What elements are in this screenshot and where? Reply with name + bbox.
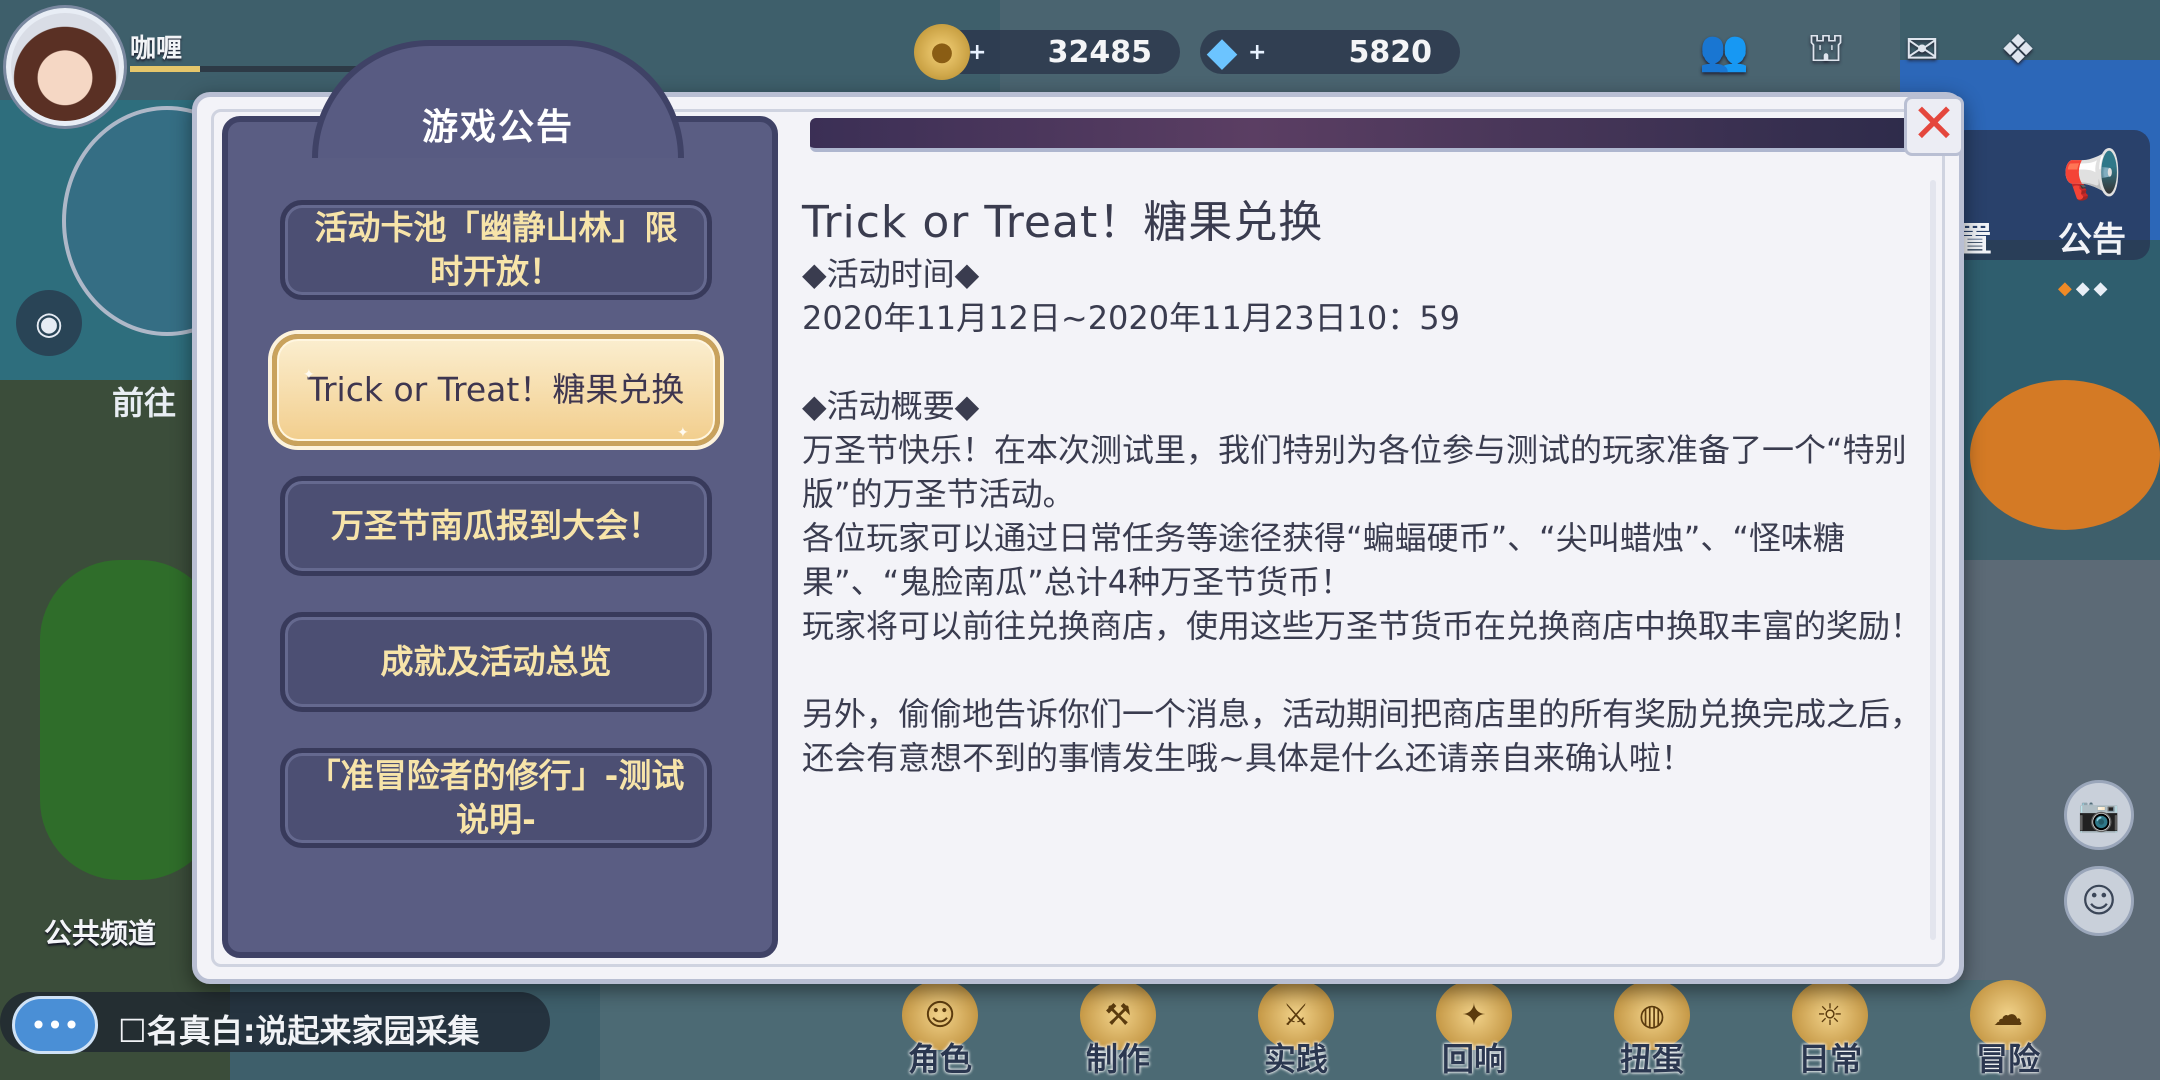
channel-label[interactable]: 公共频道 xyxy=(44,912,156,952)
menu-echo-label: 回响 xyxy=(1441,1040,1506,1078)
page-indicator: ◆◆◆ xyxy=(2058,278,2112,299)
hide-ui-eye-icon[interactable]: ◉ xyxy=(16,290,82,356)
panel-title: 游戏公告 xyxy=(421,107,574,148)
menu-practice[interactable]: ⚔ 实践 xyxy=(1236,980,1356,1080)
nav-item-label: 成就及活动总览 xyxy=(380,642,612,681)
megaphone-icon: 📢 xyxy=(2062,147,2122,203)
nav-item-label: 万圣节南瓜报到大会！ xyxy=(331,506,661,545)
player-avatar[interactable] xyxy=(6,8,124,126)
sparkle-icon: ✦ xyxy=(303,367,315,383)
menu-crafting[interactable]: ⚒ 制作 xyxy=(1058,980,1178,1080)
overview-paragraph-4: 另外，偷偷地告诉你们一个消息，活动期间把商店里的所有奖励兑换完成之后，还会有意想… xyxy=(802,695,1923,777)
announcement-body[interactable]: ◆活动时间◆ 2020年11月12日~2020年11月23日10：59 ◆活动概… xyxy=(802,252,1922,780)
menu-character-label: 角色 xyxy=(907,1040,972,1078)
nav-item-label: 「准冒险者的修行」-测试说明- xyxy=(307,756,685,839)
goto-label[interactable]: 前往 xyxy=(112,378,176,424)
bag-icon[interactable]: ⛫ xyxy=(1796,22,1856,78)
nav-item-test-notes[interactable]: 「准冒险者的修行」-测试说明- xyxy=(280,748,712,848)
gold-add-button[interactable]: + xyxy=(968,40,986,65)
menu-crafting-label: 制作 xyxy=(1085,1040,1150,1078)
menu-daily-label: 日常 xyxy=(1797,1040,1862,1078)
gold-coin-icon: ● xyxy=(914,24,970,80)
menu-gacha-label: 扭蛋 xyxy=(1619,1040,1684,1078)
event-time-value: 2020年11月12日~2020年11月23日10：59 xyxy=(802,299,1461,337)
announcement-label: 公告 xyxy=(2058,220,2126,260)
nav-item-achievements[interactable]: 成就及活动总览 xyxy=(280,612,712,712)
close-icon[interactable]: ✕ xyxy=(1904,96,1964,156)
nav-item-pumpkin-event[interactable]: 万圣节南瓜报到大会！ xyxy=(280,476,712,576)
nav-item-label: Trick or Treat！糖果兑换 xyxy=(307,370,685,409)
menu-gacha[interactable]: ◍ 扭蛋 xyxy=(1592,980,1712,1080)
menu-daily[interactable]: ☼ 日常 xyxy=(1770,980,1890,1080)
announcement-title: Trick or Treat！糖果兑换 xyxy=(802,197,1324,248)
menu-adventure[interactable]: ☁ 冒险 xyxy=(1948,980,2068,1080)
content-scrollbar[interactable] xyxy=(1930,180,1936,940)
announcement-banner-image xyxy=(810,118,1922,152)
overview-paragraph-2: 各位玩家可以通过日常任务等途径获得“蝙蝠硬币”、“尖叫蜡烛”、“怪味糖果”、“鬼… xyxy=(802,519,1845,601)
gold-currency[interactable]: ● + 32485 xyxy=(914,24,1180,80)
pumpkin-decoration xyxy=(1970,380,2160,530)
friends-icon[interactable]: 👥 xyxy=(1694,22,1754,78)
overview-paragraph-3: 玩家将可以前往兑换商店，使用这些万圣节货币在兑换商店中换取丰富的奖励！ xyxy=(802,607,1923,645)
gem-currency[interactable]: ◆ + 5820 xyxy=(1200,29,1460,75)
camera-icon[interactable]: 📷 xyxy=(2064,780,2134,850)
nav-item-label: 活动卡池「幽静山林」限时开放！ xyxy=(314,208,678,291)
menu-practice-label: 实践 xyxy=(1263,1040,1328,1078)
sparkle-icon: ✦ xyxy=(677,425,689,441)
player-name: 咖喱 xyxy=(130,34,183,64)
menu-diamond-icon[interactable]: ❖ xyxy=(1988,22,2048,78)
chat-bubble-icon[interactable]: ••• xyxy=(12,996,98,1054)
nav-item-gacha-pool[interactable]: 活动卡池「幽静山林」限时开放！ xyxy=(280,200,712,300)
exp-bar-fill xyxy=(130,66,200,72)
menu-adventure-label: 冒险 xyxy=(1975,1040,2040,1078)
gold-amount: 32485 xyxy=(1047,34,1152,70)
event-time-heading: ◆活动时间◆ xyxy=(802,255,980,293)
emote-icon[interactable]: ☺ xyxy=(2064,866,2134,936)
menu-echo[interactable]: ✦ 回响 xyxy=(1414,980,1534,1080)
exp-bar xyxy=(130,66,380,72)
gem-add-button[interactable]: + xyxy=(1248,40,1266,65)
mail-icon[interactable]: ✉ xyxy=(1892,22,1952,78)
gem-amount: 5820 xyxy=(1348,34,1433,70)
overview-paragraph-1: 万圣节快乐！在本次测试里，我们特别为各位参与测试的玩家准备了一个“特别版”的万圣… xyxy=(802,431,1907,513)
menu-character[interactable]: ☺ 角色 xyxy=(880,980,1000,1080)
chat-latest-message[interactable]: ☐名真白:说起来家园采集 xyxy=(118,1006,480,1052)
crystal-gem-icon: ◆ xyxy=(1206,29,1238,75)
nav-item-trick-or-treat[interactable]: ✦ ✦ Trick or Treat！糖果兑换 xyxy=(272,334,720,446)
event-overview-heading: ◆活动概要◆ xyxy=(802,387,980,425)
side-menu-buttons[interactable]: 📢 置 公告 xyxy=(1950,130,2150,260)
